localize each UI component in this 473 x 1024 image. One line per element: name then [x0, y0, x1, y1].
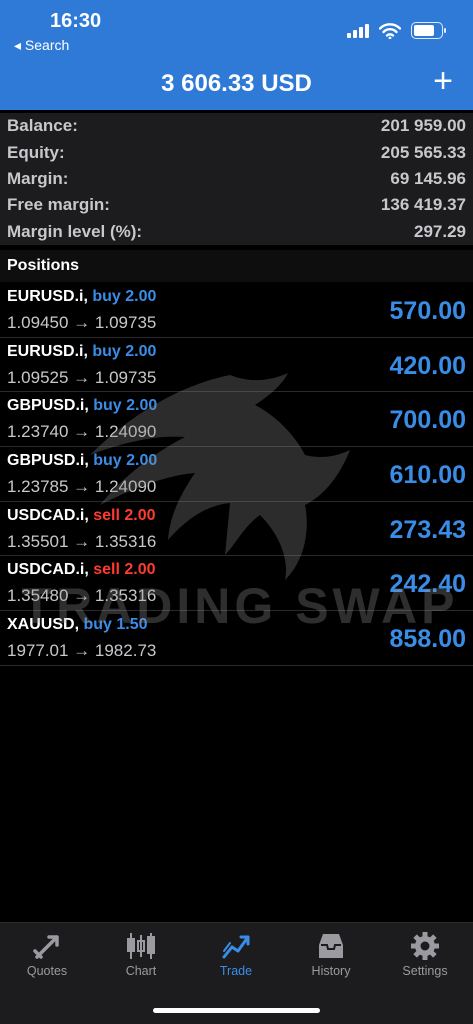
position-prices: 1.09450 → 1.09735: [7, 313, 157, 332]
position-symbol: XAUUSD,: [7, 616, 80, 634]
position-profit: 570.00: [389, 297, 466, 325]
position-symbol-line: XAUUSD, buy 1.50: [7, 616, 148, 634]
tab-quotes[interactable]: Quotes: [0, 931, 94, 978]
summary-label: Margin:: [7, 168, 69, 188]
position-row[interactable]: EURUSD.i, buy 2.00 1.09525 → 1.09735 420…: [0, 338, 473, 393]
summary-label: Free margin:: [7, 195, 110, 215]
summary-value: 69 145.96: [390, 168, 466, 188]
summary-row-free-margin: Free margin: 136 419.37: [0, 192, 473, 218]
position-profit: 420.00: [389, 351, 466, 380]
position-prices: 1.09525 → 1.09735: [7, 367, 157, 387]
tab-trade[interactable]: Trade: [189, 931, 283, 978]
profit-total-title: 3 606.33 USD: [161, 70, 312, 97]
summary-value: 201 959.00: [380, 116, 466, 136]
cellular-signal-icon: [347, 23, 369, 38]
position-symbol-line: GBPUSD.i, buy 2.00: [7, 452, 157, 470]
tab-label: Chart: [125, 964, 157, 978]
position-profit: 273.43: [389, 515, 466, 544]
position-symbol: USDCAD.i,: [7, 561, 89, 579]
position-symbol-line: EURUSD.i, buy 2.00: [7, 343, 156, 361]
chart-icon: [127, 933, 155, 959]
tab-label: Quotes: [26, 964, 68, 978]
position-profit: 610.00: [389, 461, 466, 490]
tab-label: Trade: [219, 964, 253, 978]
position-symbol: GBPUSD.i,: [7, 397, 89, 415]
account-summary: Balance: 201 959.00 Equity: 205 565.33 M…: [0, 113, 473, 245]
position-prices: 1.23740 → 1.24090: [7, 422, 157, 442]
status-icons: [347, 22, 446, 39]
settings-gear-icon: [411, 932, 439, 960]
position-side: buy 2.00: [93, 397, 158, 415]
summary-row-margin-level: Margin level (%): 297.29: [0, 219, 473, 245]
new-order-button[interactable]: +: [433, 64, 453, 98]
positions-list: EURUSD.i, buy 2.00 1.09450 → 1.09735 570…: [0, 283, 473, 666]
home-indicator[interactable]: [153, 1008, 320, 1013]
position-profit: 700.00: [389, 406, 466, 435]
position-prices: 1977.01 → 1982.73: [7, 641, 157, 661]
summary-row-equity: Equity: 205 565.33: [0, 139, 473, 165]
position-side: buy 1.50: [83, 616, 148, 634]
position-symbol-line: USDCAD.i, sell 2.00: [7, 561, 156, 579]
position-row[interactable]: EURUSD.i, buy 2.00 1.09450 → 1.09735 570…: [0, 283, 473, 338]
position-row[interactable]: USDCAD.i, sell 2.00 1.35480 → 1.35316 24…: [0, 556, 473, 612]
position-side: sell 2.00: [93, 506, 156, 524]
position-side: buy 2.00: [93, 452, 158, 470]
summary-label: Margin level (%):: [7, 221, 143, 241]
positions-section-header: Positions: [0, 250, 473, 282]
position-symbol-line: GBPUSD.i, buy 2.00: [7, 397, 157, 415]
summary-row-margin: Margin: 69 145.96: [0, 166, 473, 192]
position-prices: 1.35501 → 1.35316: [7, 531, 157, 551]
position-prices: 1.35480 → 1.35316: [7, 586, 157, 606]
back-to-search-link[interactable]: ◂ Search: [14, 37, 69, 54]
tab-history[interactable]: History: [284, 931, 378, 978]
trade-icon: [222, 935, 250, 959]
summary-row-balance: Balance: 201 959.00: [0, 113, 473, 139]
position-profit: 242.40: [389, 570, 466, 599]
history-icon: [319, 934, 343, 958]
tab-settings[interactable]: Settings: [378, 931, 472, 978]
position-symbol: USDCAD.i,: [7, 506, 89, 524]
position-row[interactable]: USDCAD.i, sell 2.00 1.35501 → 1.35316 27…: [0, 502, 473, 557]
position-row[interactable]: GBPUSD.i, buy 2.00 1.23785 → 1.24090 610…: [0, 447, 473, 502]
app-header: 16:30 ◂ Search 3 606.33 USD +: [0, 0, 473, 110]
position-symbol: EURUSD.i,: [7, 288, 88, 305]
summary-label: Balance:: [7, 116, 78, 136]
position-symbol: GBPUSD.i,: [7, 452, 89, 470]
status-time: 16:30: [50, 10, 102, 32]
position-side: buy 2.00: [92, 288, 157, 305]
position-row[interactable]: XAUUSD, buy 1.50 1977.01 → 1982.73 858.0…: [0, 611, 473, 666]
battery-icon: [411, 22, 446, 39]
position-side: buy 2.00: [92, 342, 157, 360]
tab-label: History: [311, 964, 351, 978]
position-symbol-line: USDCAD.i, sell 2.00: [7, 507, 156, 525]
summary-value: 297.29: [414, 221, 466, 241]
summary-label: Equity:: [7, 142, 65, 162]
position-side: sell 2.00: [93, 561, 156, 579]
quotes-icon: [33, 935, 59, 959]
position-prices: 1.23785 → 1.24090: [7, 477, 157, 497]
tab-label: Settings: [402, 964, 448, 978]
summary-value: 136 419.37: [380, 195, 466, 215]
position-symbol: EURUSD.i,: [7, 342, 88, 360]
summary-value: 205 565.33: [380, 142, 466, 162]
position-profit: 858.00: [389, 625, 466, 654]
tab-chart[interactable]: Chart: [94, 931, 188, 978]
position-symbol-line: EURUSD.i, buy 2.00: [7, 288, 156, 306]
position-row[interactable]: GBPUSD.i, buy 2.00 1.23740 → 1.24090 700…: [0, 392, 473, 448]
wifi-icon: [379, 22, 401, 39]
